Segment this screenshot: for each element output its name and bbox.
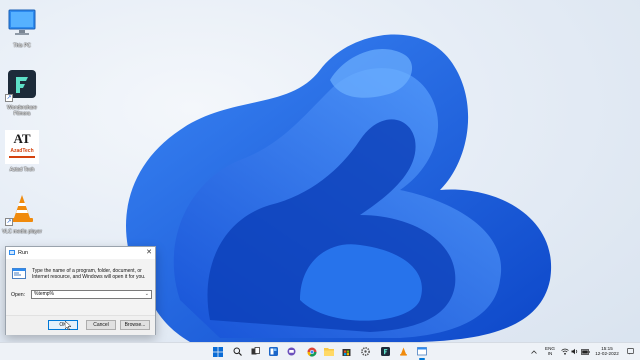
run-app-icon bbox=[9, 250, 15, 255]
close-icon[interactable]: ✕ bbox=[143, 247, 155, 259]
run-titlebar[interactable]: Run ✕ bbox=[6, 247, 155, 259]
aztad-logo-subtext: AzadTech bbox=[10, 148, 34, 154]
taskbar: ENG IN 15:15 12-02-2022 bbox=[0, 342, 640, 360]
desktop-icon-label: This PC bbox=[13, 43, 31, 49]
chevron-up-icon[interactable] bbox=[531, 346, 537, 357]
monitor-icon bbox=[5, 6, 39, 40]
language-region: IN bbox=[547, 351, 553, 357]
open-input[interactable]: %temp% ⌄ bbox=[31, 290, 152, 300]
desktop-icon-filmora[interactable]: ↗ Wondershare Filmora bbox=[2, 68, 42, 117]
store-icon[interactable] bbox=[341, 346, 352, 357]
language-indicator[interactable]: ENG IN bbox=[543, 346, 557, 356]
run-taskbar-icon[interactable] bbox=[416, 346, 427, 360]
ok-button[interactable]: OK bbox=[48, 320, 78, 330]
chrome-icon[interactable] bbox=[306, 346, 317, 357]
clock-date: 12-02-2022 bbox=[595, 351, 619, 357]
file-explorer-icon[interactable] bbox=[323, 346, 334, 357]
shortcut-arrow-icon: ↗ bbox=[5, 94, 13, 102]
filmora-taskbar-icon[interactable] bbox=[380, 346, 391, 357]
open-input-value: %temp% bbox=[34, 291, 55, 298]
battery-icon[interactable] bbox=[581, 346, 590, 357]
browse-button[interactable]: Browse... bbox=[120, 320, 150, 330]
cancel-button[interactable]: Cancel bbox=[86, 320, 116, 330]
vlc-cone-icon: ↗ bbox=[5, 192, 39, 226]
desktop-icon-this-pc[interactable]: This PC bbox=[2, 6, 42, 49]
windows-start-icon[interactable] bbox=[212, 346, 223, 357]
mouse-cursor-icon bbox=[65, 321, 71, 330]
desktop-icon-label: Aztad Tech bbox=[9, 167, 35, 173]
run-description: Type the name of a program, folder, docu… bbox=[32, 268, 146, 281]
settings-icon[interactable] bbox=[360, 346, 371, 357]
chevron-down-icon[interactable]: ⌄ bbox=[145, 291, 149, 298]
chat-icon[interactable] bbox=[286, 346, 297, 357]
vlc-taskbar-icon[interactable] bbox=[398, 346, 409, 357]
shortcut-arrow-icon: ↗ bbox=[5, 218, 13, 226]
desktop-icon-aztad-tech[interactable]: AT AzadTech Aztad Tech bbox=[2, 130, 42, 173]
speaker-icon[interactable] bbox=[571, 346, 579, 357]
task-view-icon[interactable] bbox=[250, 346, 261, 357]
widgets-icon[interactable] bbox=[268, 346, 279, 357]
clock[interactable]: 15:15 12-02-2022 bbox=[592, 346, 622, 356]
run-dialog: Run ✕ Type the name of a program, folder… bbox=[5, 246, 156, 335]
run-program-icon bbox=[12, 268, 26, 279]
run-button-bar: OK Cancel Browse... bbox=[6, 315, 155, 335]
desktop-icon-label: VLC media player bbox=[2, 229, 42, 235]
aztadtech-logo: AT AzadTech bbox=[5, 130, 39, 164]
aztad-logo-underline bbox=[9, 156, 35, 158]
search-icon[interactable] bbox=[232, 346, 243, 357]
open-label: Open: bbox=[11, 291, 26, 298]
aztad-logo-mark: AT bbox=[13, 131, 31, 146]
active-indicator bbox=[419, 358, 425, 360]
wifi-icon[interactable] bbox=[561, 346, 569, 357]
run-title: Run bbox=[18, 250, 29, 256]
desktop-icon-label: Wondershare Filmora bbox=[7, 105, 37, 117]
desktop-icon-vlc[interactable]: ↗ VLC media player bbox=[2, 192, 42, 235]
filmora-icon: ↗ bbox=[5, 68, 39, 102]
notification-icon[interactable] bbox=[626, 346, 634, 357]
